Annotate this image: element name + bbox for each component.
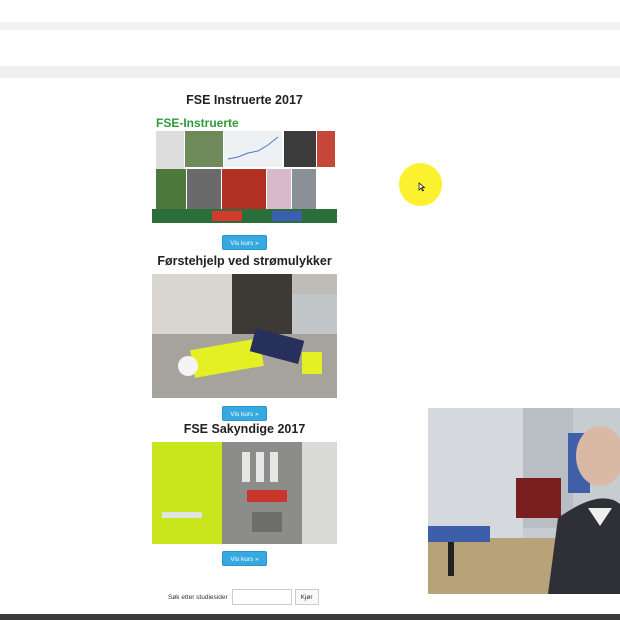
header-band	[0, 22, 620, 30]
search-input[interactable]	[231, 589, 292, 605]
course-thumbnail-fse-sakyndige[interactable]	[152, 442, 337, 544]
course-title: FSE Instruerte 2017	[186, 93, 303, 107]
course-thumbnail-fse-instruerte[interactable]: FSE-Instruerte	[152, 113, 337, 223]
mouse-pointer-icon	[418, 182, 426, 192]
search-label: Søk etter studiesider	[168, 593, 228, 601]
browser-top-area	[0, 0, 620, 22]
course-card-forstehjelp: Førstehjelp ved strømulykker Vis kurs »	[152, 254, 337, 421]
vis-kurs-button[interactable]: Vis kurs »	[222, 406, 267, 421]
vis-kurs-button[interactable]: Vis kurs »	[222, 235, 267, 250]
page: FSE Instruerte 2017 FSE-Instruerte Vis k…	[0, 0, 620, 620]
study-page-search: Søk etter studiesider Kjør	[168, 589, 319, 605]
search-submit-button[interactable]: Kjør	[294, 589, 319, 605]
thumb-title-text: FSE-Instruerte	[156, 116, 239, 130]
course-card-fse-sakyndige: FSE Sakyndige 2017 Vis kurs »	[152, 422, 337, 566]
course-thumbnail-forstehjelp[interactable]	[152, 274, 337, 398]
course-card-fse-instruerte: FSE Instruerte 2017 FSE-Instruerte Vis k…	[152, 93, 337, 250]
cursor-highlight	[399, 163, 442, 206]
course-title: FSE Sakyndige 2017	[183, 422, 306, 436]
nav-band	[0, 66, 620, 78]
webcam-overlay	[428, 408, 620, 594]
bottom-bar	[0, 614, 620, 620]
course-title: Førstehjelp ved strømulykker	[157, 254, 332, 268]
vis-kurs-button[interactable]: Vis kurs »	[222, 551, 267, 566]
